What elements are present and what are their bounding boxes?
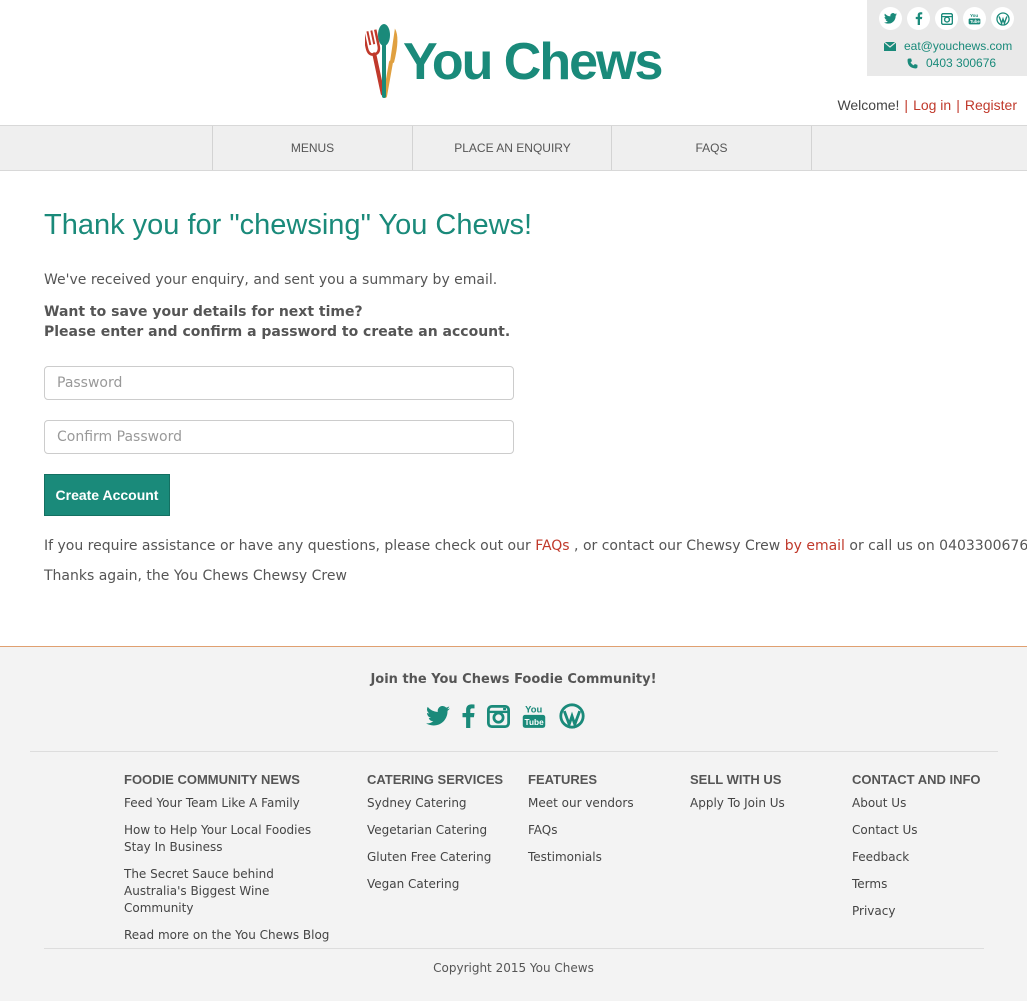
footer-col-title: CATERING SERVICES: [367, 772, 504, 787]
confirm-password-input[interactable]: [44, 420, 514, 454]
assistance-suffix: or call us on 0403300676.: [844, 538, 1027, 554]
footer-link[interactable]: Sydney Catering: [367, 795, 517, 812]
footer-col-foodie-news: FOODIE COMMUNITY NEWS Feed Your Team Lik…: [124, 771, 339, 954]
thanks-text: Thanks again, the You Chews Chewsy Crew: [44, 568, 347, 584]
footer-link[interactable]: Gluten Free Catering: [367, 849, 517, 866]
save-details-line2: Please enter and confirm a password to c…: [44, 324, 511, 340]
header-phone: 0403 300676: [926, 56, 997, 70]
footer-col-title: SELL WITH US: [690, 772, 782, 787]
page-title: Thank you for "chewsing" You Chews!: [44, 209, 533, 241]
footer-col-sell-with-us: SELL WITH US Apply To Join Us: [690, 771, 840, 822]
svg-text:Tube: Tube: [970, 19, 980, 24]
main-nav: MENUS PLACE AN ENQUIRY FAQS: [0, 125, 1027, 171]
footer-link[interactable]: Read more on the You Chews Blog: [124, 927, 339, 944]
top-social-links: You Tube: [879, 7, 1014, 30]
register-link[interactable]: Register: [965, 97, 1017, 113]
assistance-prefix: If you require assistance or have any qu…: [44, 538, 536, 554]
footer-link[interactable]: The Secret Sauce behind Australia's Bigg…: [124, 866, 339, 917]
assistance-text: If you require assistance or have any qu…: [44, 538, 1027, 554]
wordpress-icon[interactable]: [558, 702, 586, 734]
footer-link[interactable]: Contact Us: [852, 822, 1022, 839]
footer-col-title: CONTACT AND INFO: [852, 772, 981, 787]
footer-link[interactable]: Testimonials: [528, 849, 678, 866]
nav-item-faqs[interactable]: FAQS: [611, 126, 811, 170]
separator: |: [904, 97, 909, 113]
footer-link[interactable]: Terms: [852, 876, 1022, 893]
facebook-icon[interactable]: [462, 704, 475, 732]
email-link[interactable]: by email: [785, 538, 845, 554]
twitter-icon[interactable]: [879, 7, 902, 30]
assistance-middle: , or contact our Chewsy Crew: [569, 538, 785, 554]
phone-row: 0403 300676: [883, 55, 1012, 72]
footer-col-contact-info: CONTACT AND INFO About Us Contact Us Fee…: [852, 771, 1022, 930]
footer-social-links: You Tube: [426, 702, 586, 734]
footer-link[interactable]: About Us: [852, 795, 1022, 812]
svg-text:You: You: [970, 13, 978, 18]
separator: |: [956, 97, 960, 113]
welcome-text: Welcome!: [837, 97, 900, 113]
site-footer: Join the You Chews Foodie Community! You…: [0, 646, 1027, 1001]
footer-link[interactable]: Apply To Join Us: [690, 795, 840, 812]
nav-item-place-an-enquiry[interactable]: PLACE AN ENQUIRY: [412, 126, 612, 170]
footer-link[interactable]: Meet our vendors: [528, 795, 678, 812]
main-content: Thank you for "chewsing" You Chews! We'v…: [44, 205, 1027, 584]
nav-item-menus[interactable]: MENUS: [212, 126, 412, 170]
welcome-bar: Welcome! | Log in | Register: [837, 97, 1017, 113]
youtube-icon[interactable]: You Tube: [522, 703, 546, 733]
header-email[interactable]: eat@youchews.com: [904, 38, 1012, 55]
footer-col-title: FOODIE COMMUNITY NEWS: [124, 772, 300, 787]
youtube-icon[interactable]: You Tube: [963, 7, 986, 30]
svg-text:Tube: Tube: [525, 718, 545, 727]
footer-divider: [30, 751, 998, 752]
logo-text: You Chews: [403, 33, 663, 91]
svg-text:You: You: [525, 704, 542, 715]
nav-divider: [811, 126, 812, 170]
phone-icon: [905, 58, 919, 69]
instagram-icon[interactable]: [487, 704, 511, 732]
footer-link[interactable]: FAQs: [528, 822, 678, 839]
facebook-icon[interactable]: [907, 7, 930, 30]
footer-link[interactable]: How to Help Your Local Foodies Stay In B…: [124, 822, 339, 856]
footer-link[interactable]: Vegan Catering: [367, 876, 517, 893]
save-details-prompt: Want to save your details for next time?…: [44, 302, 510, 342]
join-community-heading: Join the You Chews Foodie Community!: [370, 672, 657, 687]
wordpress-icon[interactable]: [991, 7, 1014, 30]
envelope-icon: [883, 42, 897, 51]
footer-divider-bottom: [44, 948, 984, 949]
email-row[interactable]: eat@youchews.com: [883, 38, 1012, 55]
top-contact-box: You Tube eat@youchews.com 0403 300676: [867, 0, 1027, 76]
login-link[interactable]: Log in: [913, 97, 951, 113]
site-logo[interactable]: You Chews: [365, 22, 663, 102]
faqs-link[interactable]: FAQs: [535, 538, 569, 554]
top-contact-info: eat@youchews.com 0403 300676: [883, 38, 1012, 72]
footer-col-features: FEATURES Meet our vendors FAQs Testimoni…: [528, 771, 678, 876]
footer-link[interactable]: Feedback: [852, 849, 1022, 866]
footer-link[interactable]: Privacy: [852, 903, 1022, 920]
twitter-icon[interactable]: [426, 705, 450, 730]
footer-col-catering-services: CATERING SERVICES Sydney Catering Vegeta…: [367, 771, 517, 903]
create-account-button[interactable]: Create Account: [44, 474, 170, 516]
copyright-text: Copyright 2015 You Chews: [433, 961, 594, 975]
save-details-line1: Want to save your details for next time?: [44, 304, 363, 320]
cutlery-logo-icon: [365, 24, 398, 98]
footer-link[interactable]: Feed Your Team Like A Family: [124, 795, 339, 812]
footer-col-title: FEATURES: [528, 772, 598, 787]
password-input[interactable]: [44, 366, 514, 400]
enquiry-received-text: We've received your enquiry, and sent yo…: [44, 272, 498, 288]
footer-link[interactable]: Vegetarian Catering: [367, 822, 517, 839]
site-header: You Chews You Tube eat@youchews.com 0403…: [0, 0, 1027, 126]
instagram-icon[interactable]: [935, 7, 958, 30]
